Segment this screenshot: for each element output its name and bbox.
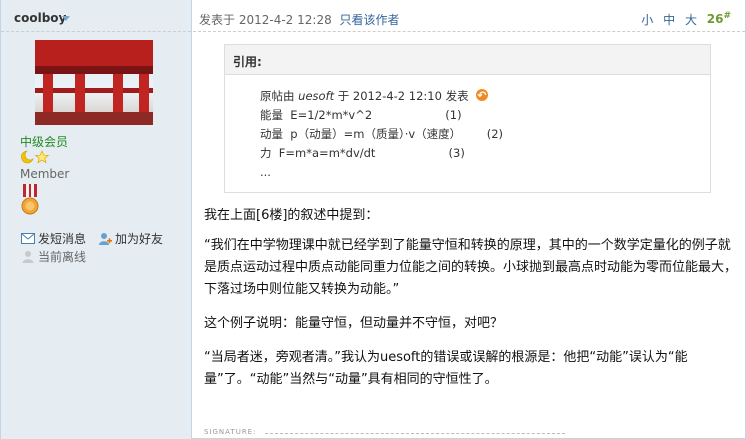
post-meta: 发表于 2012-4-2 12:28 只看该作者 <box>199 11 400 28</box>
envelope-icon <box>21 233 35 244</box>
post-content: 我在上面[6楼]的叙述中提到： “我们在中学物理课中就已经学到了能量守恒和转换的… <box>204 205 737 403</box>
signature-label: SIGNATURE: <box>204 428 257 436</box>
send-message-label: 发短消息 <box>38 232 87 246</box>
author-sidebar: coolboy 中级会员 Member 发短消息 加为好友 当前离线 <box>1 0 192 439</box>
font-medium-link[interactable]: 中 <box>663 13 675 27</box>
send-message-button[interactable]: 发短消息 <box>21 230 86 247</box>
add-friend-button[interactable]: 加为好友 <box>98 230 163 247</box>
chevron-down-icon[interactable] <box>62 16 70 21</box>
medal-icon <box>21 184 39 215</box>
avatar[interactable] <box>35 40 153 125</box>
post-main: 发表于 2012-4-2 12:28 只看该作者 小 中 大 26# 引用: 原… <box>193 0 745 439</box>
signature-divider <box>265 433 565 434</box>
quote-source: 原帖由 uesoft 于 2012-4-2 12:10 发表 <box>260 86 710 106</box>
quote-line: 能量 E=1/2*m*v^2 (1) <box>260 108 462 122</box>
quote-line: 力 F=m*a=m*dv/dt (3) <box>260 146 465 160</box>
content-paragraph: “当局者迷，旁观者清。”我认为uesoft的错误或误解的根源是：他把“动能”误认… <box>204 350 688 387</box>
font-large-link[interactable]: 大 <box>685 13 697 27</box>
font-size-switch: 小 中 大 <box>641 11 697 28</box>
rank-stars-icon <box>21 150 50 164</box>
quote-time: 2012-4-2 12:10 <box>352 89 442 103</box>
posted-time: 2012-4-2 12:28 <box>238 13 332 27</box>
add-friend-label: 加为好友 <box>115 232 164 246</box>
author-username[interactable]: coolboy <box>14 11 66 25</box>
quote-header: 引用: <box>225 45 710 75</box>
only-author-link[interactable]: 只看该作者 <box>340 13 400 27</box>
quote-author[interactable]: uesoft <box>298 89 334 103</box>
quote-block: 引用: 原帖由 uesoft 于 2012-4-2 12:10 发表 能量 E=… <box>224 44 711 193</box>
user-grade: 中级会员 <box>20 135 69 149</box>
quote-body: 原帖由 uesoft 于 2012-4-2 12:10 发表 能量 E=1/2*… <box>225 75 710 182</box>
author-name-row: coolboy <box>1 8 191 32</box>
floor-number[interactable]: 26# <box>707 11 731 26</box>
font-small-link[interactable]: 小 <box>641 13 653 27</box>
add-friend-icon <box>99 232 112 245</box>
content-paragraph: “我们在中学物理课中就已经学到了能量守恒和转换的原理，其中的一个数学定量化的例子… <box>204 238 738 297</box>
online-status: 当前离线 <box>21 248 86 265</box>
member-label: Member <box>20 167 70 181</box>
posted-prefix: 发表于 <box>199 13 236 27</box>
quote-line: ... <box>260 165 271 179</box>
offline-user-icon <box>22 250 34 263</box>
online-status-label: 当前离线 <box>38 250 87 264</box>
content-paragraph: 我在上面[6楼]的叙述中提到： <box>204 208 379 223</box>
quote-line: 动量 p（动量）=m（质量）·v（速度） (2) <box>260 127 504 141</box>
go-to-post-icon[interactable] <box>476 86 489 105</box>
post-header: 发表于 2012-4-2 12:28 只看该作者 小 中 大 26# <box>193 8 745 32</box>
content-paragraph: 这个例子说明：能量守恒，但动量并不守恒，对吧？ <box>204 316 504 331</box>
